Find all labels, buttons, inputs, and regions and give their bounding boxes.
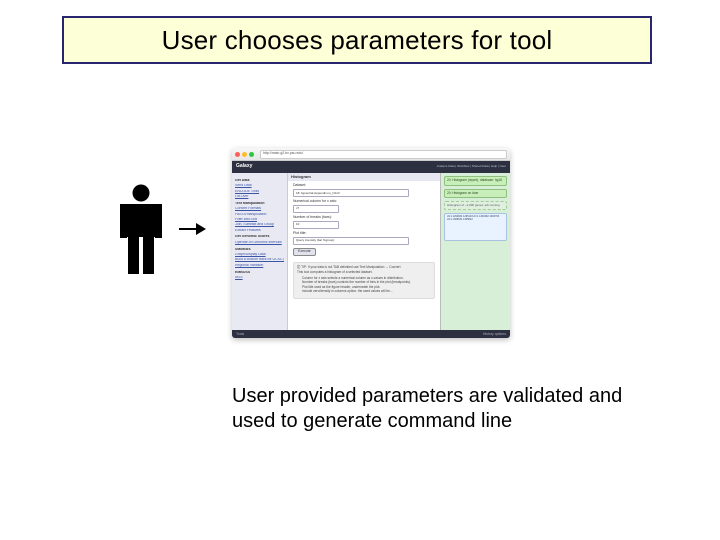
help-box: ⓘ TIP: If your data is not TAB delimited…	[293, 262, 435, 299]
browser-chrome: http://main.g2.bx.psu.edu/	[232, 148, 510, 161]
toolnav-item: Text Manipulation	[235, 202, 284, 206]
tip-headline: TIP: If your data is not TAB delimited u…	[301, 265, 400, 269]
toolnav-item: Join, Subtract and Group	[235, 223, 284, 227]
history-item: 20: Histogram on #var	[444, 189, 507, 199]
param-label: Number of breaks (bars):	[293, 216, 435, 220]
slide-title: User chooses parameters for tool	[162, 25, 553, 56]
person-icon	[120, 184, 162, 274]
toolnav-item: Extract Features	[235, 229, 284, 233]
window-close-icon	[235, 152, 240, 157]
toolnav-item: Graph/Display Data	[235, 253, 284, 257]
toolnav-item: FASTA manipulation	[235, 213, 284, 217]
footer-left: Tools	[236, 333, 244, 337]
caption-text: User provided parameters are validated a…	[232, 384, 662, 434]
toolnav-item: Statistics	[235, 248, 284, 252]
title-box: User chooses parameters for tool	[62, 16, 652, 64]
app-footer: Tools History options	[232, 330, 510, 338]
caption-line: used to generate command line	[232, 410, 512, 432]
param-breaks: Number of breaks (bars): 10	[293, 216, 435, 229]
param-label: Numerical column for x axis:	[293, 200, 435, 204]
param-label: Dataset:	[293, 184, 435, 188]
param-column: Numerical column for x axis: c7	[293, 200, 435, 213]
toolnav-item: Regional Variation	[235, 264, 284, 268]
history-preview: chr1 1294834 1295103 chr1 1300482 130070…	[444, 213, 507, 241]
tip-bullet: Include zero/density in columns option: …	[302, 290, 431, 294]
center-panel: Histogram Dataset: 18: hgcentral.Appendi…	[288, 173, 440, 330]
param-input[interactable]: Query intensity (bar %group)	[293, 237, 409, 245]
param-input[interactable]: 18: hgcentral.Appendix.no_NA.R	[293, 189, 409, 197]
window-zoom-icon	[249, 152, 254, 157]
tool-panel: Get Data Send Data ENCODE Tools Lift-Ove…	[232, 173, 288, 330]
toolnav-item: ENCODE Tools	[235, 190, 284, 194]
window-minimize-icon	[242, 152, 247, 157]
history-item: 20: Histogram (report), database: hg18	[444, 176, 507, 186]
url-bar: http://main.g2.bx.psu.edu/	[260, 150, 507, 159]
url-text: http://main.g2.bx.psu.edu/	[263, 152, 303, 156]
history-running: Histogram of ~1,000 genes: job running	[444, 201, 507, 210]
history-panel: 20: Histogram (report), database: hg18 2…	[440, 173, 510, 330]
app-brand: Galaxy	[236, 164, 252, 170]
toolnav-item: Send Data	[235, 184, 284, 188]
param-dataset: Dataset: 18: hgcentral.Appendix.no_NA.R	[293, 184, 435, 197]
caption-line: User provided parameters are validated a…	[232, 385, 622, 407]
toolnav-item: Get Data	[235, 179, 284, 183]
param-label: Plot title:	[293, 232, 435, 236]
toolnav-item: NGS	[235, 276, 284, 280]
param-input[interactable]: 10	[293, 221, 339, 229]
param-input[interactable]: c7	[293, 205, 339, 213]
toolnav-item: Get Genomic Scores	[235, 235, 284, 239]
toolnav-item: EMBOSS	[235, 271, 284, 275]
toolnav-item: Filter and Sort	[235, 218, 284, 222]
arrow-right-icon	[178, 222, 206, 236]
toolnav-item: Build a custom track for UCSC genome bro…	[235, 258, 284, 262]
app-screenshot: http://main.g2.bx.psu.edu/ Galaxy Analyz…	[232, 148, 510, 338]
param-title: Plot title: Query intensity (bar %group)	[293, 232, 435, 245]
slide: User chooses parameters for tool http://…	[0, 0, 720, 540]
tip-desc: This tool computes a histogram of a sele…	[297, 271, 431, 275]
app-header: Galaxy Analyze Data | Workflow | Shared …	[232, 161, 510, 173]
toolnav-item: Lift-Over	[235, 195, 284, 199]
execute-button[interactable]: Execute	[293, 248, 316, 256]
toolnav-item: Operate on Genomic Intervals	[235, 241, 284, 245]
app-header-links: Analyze Data | Workflow | Shared Data | …	[437, 165, 506, 168]
tool-title: Histogram	[288, 173, 440, 181]
toolnav-item: Convert Formats	[235, 207, 284, 211]
app-body: Get Data Send Data ENCODE Tools Lift-Ove…	[232, 173, 510, 330]
footer-right: History options	[483, 333, 506, 337]
